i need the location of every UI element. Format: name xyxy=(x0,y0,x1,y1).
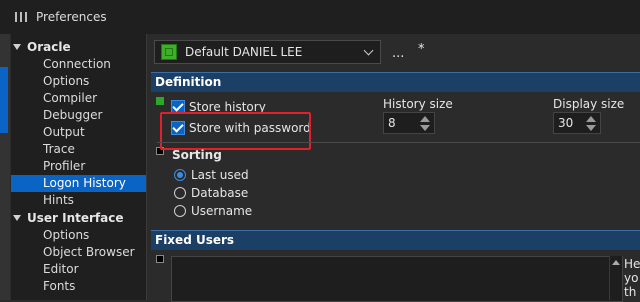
profile-cube-icon xyxy=(161,44,177,60)
left-edge-accent xyxy=(0,67,8,133)
radio-label: Username xyxy=(191,204,253,218)
fixed-users-editor[interactable] xyxy=(171,256,623,302)
scroll-up-icon[interactable] xyxy=(612,260,620,265)
tree-group-label: User Interface xyxy=(27,211,124,225)
preferences-icon xyxy=(14,10,28,24)
expand-arrow-icon[interactable] xyxy=(13,44,21,50)
tree-item-ui-options[interactable]: Options xyxy=(11,227,146,244)
tree-item-output[interactable]: Output xyxy=(11,124,146,141)
radio-button[interactable] xyxy=(174,169,186,181)
radio-button[interactable] xyxy=(174,205,186,217)
tree-item-compiler[interactable]: Compiler xyxy=(11,90,146,107)
sort-username-option[interactable]: Username xyxy=(174,204,252,218)
tree-item-connection[interactable]: Connection xyxy=(11,56,146,73)
tree-item-options[interactable]: Options xyxy=(11,73,146,90)
profile-select-value: Default DANIEL LEE xyxy=(185,45,303,59)
window-title: Preferences xyxy=(36,10,107,24)
tree-item-profiler[interactable]: Profiler xyxy=(11,158,146,175)
section-divider xyxy=(157,142,640,143)
profile-more-button[interactable]: ... xyxy=(392,46,404,61)
radio-button[interactable] xyxy=(174,187,186,199)
hint-line: He xyxy=(624,257,640,271)
history-size-spinner[interactable]: 8 xyxy=(383,112,435,134)
sorting-label: Sorting xyxy=(172,148,222,162)
fixed-users-hint: He yo th xyxy=(624,257,640,300)
tree-group-oracle[interactable]: Oracle xyxy=(11,38,146,56)
tree-item-debugger[interactable]: Debugger xyxy=(11,107,146,124)
chevron-down-icon[interactable] xyxy=(363,45,374,56)
hint-line: th xyxy=(624,285,637,299)
tree-item-editor[interactable]: Editor xyxy=(11,261,146,278)
fixed-users-scrollbar[interactable] xyxy=(609,256,622,300)
left-edge-strip xyxy=(0,34,10,300)
radio-label: Database xyxy=(191,186,249,200)
modified-marker: * xyxy=(418,42,425,57)
history-size-value[interactable]: 8 xyxy=(388,116,396,130)
tree-item-logon-history[interactable]: Logon History xyxy=(11,175,146,192)
display-size-spinner[interactable]: 30 xyxy=(553,112,601,134)
sort-last-used-option[interactable]: Last used xyxy=(174,168,249,182)
display-size-value[interactable]: 30 xyxy=(558,116,573,130)
preferences-tree: Oracle Connection Options Compiler Debug… xyxy=(11,34,147,300)
spin-up-icon[interactable] xyxy=(420,116,430,122)
sort-database-option[interactable]: Database xyxy=(174,186,248,200)
history-size-label: History size xyxy=(383,97,453,111)
definition-header: Definition xyxy=(151,72,640,92)
title-bar: Preferences xyxy=(0,0,640,34)
spin-up-icon[interactable] xyxy=(586,116,596,122)
radio-label: Last used xyxy=(191,168,249,182)
display-size-label: Display size xyxy=(553,97,625,111)
tree-item-trace[interactable]: Trace xyxy=(11,141,146,158)
fixed-users-header: Fixed Users xyxy=(151,230,640,250)
spin-down-icon[interactable] xyxy=(420,125,430,131)
page-marker-icon xyxy=(156,97,164,105)
spin-down-icon[interactable] xyxy=(586,125,596,131)
page-marker-icon xyxy=(156,255,164,263)
tree-item-object-browser[interactable]: Object Browser xyxy=(11,244,146,261)
highlight-annotation xyxy=(160,112,311,150)
preferences-content: Default DANIEL LEE ... * Definition Stor… xyxy=(147,34,640,302)
profile-select[interactable]: Default DANIEL LEE xyxy=(154,40,381,64)
expand-arrow-icon[interactable] xyxy=(13,215,21,221)
tree-group-user-interface[interactable]: User Interface xyxy=(11,209,146,227)
tree-group-label: Oracle xyxy=(27,40,71,54)
tree-item-fonts[interactable]: Fonts xyxy=(11,278,146,295)
hint-line: yo xyxy=(624,271,639,285)
tree-item-hints[interactable]: Hints xyxy=(11,192,146,209)
